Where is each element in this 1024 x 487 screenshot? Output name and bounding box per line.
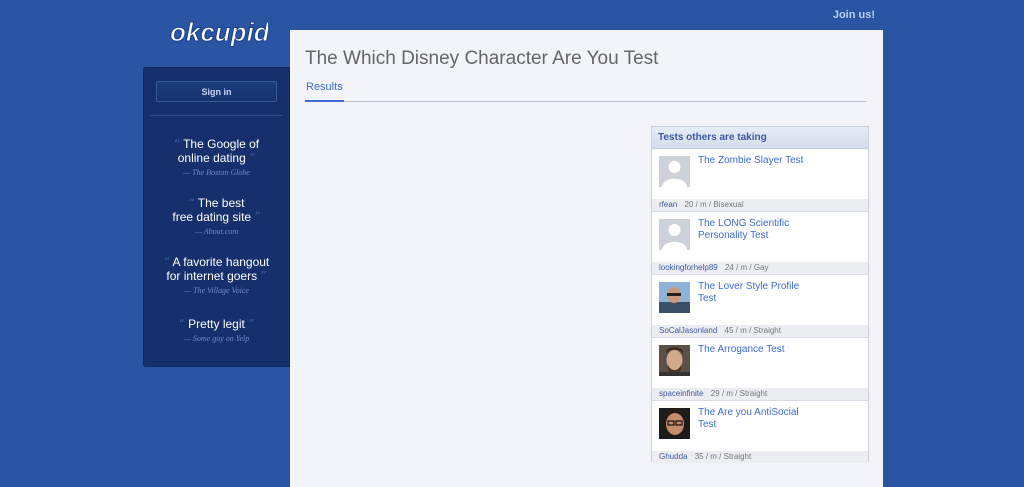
panel-heading: Tests others are taking [652, 127, 868, 149]
default-user-icon [659, 156, 690, 187]
user-meta: SoCalJasonland 45 / m / Straight [652, 325, 868, 337]
close-quote-icon: ” [254, 210, 261, 224]
quote-4: “ Pretty legit ” — Some guy on Yelp [143, 315, 290, 343]
username-link[interactable]: SoCalJasonland [659, 326, 717, 335]
quote-2-line-1: The best [197, 196, 245, 210]
username-link[interactable]: rfean [659, 200, 677, 209]
quote-1: “ The Google of online dating ” — The Bo… [143, 137, 290, 177]
quote-2-line-2: free dating site [172, 210, 252, 224]
test-link[interactable]: The Zombie Slayer Test [698, 155, 818, 167]
quote-3-source: — The Village Voice [184, 286, 249, 295]
logo-text: okcupid [170, 17, 268, 47]
sidebar-divider [150, 115, 283, 116]
quote-4-line-1: Pretty legit [188, 317, 245, 331]
list-item: The Zombie Slayer Test rfean 20 / m / Bi… [652, 149, 868, 212]
quote-2-source: — About.com [194, 227, 239, 236]
okcupid-logo[interactable]: okcupid [168, 14, 269, 50]
avatar[interactable] [659, 156, 690, 187]
test-link[interactable]: The Are you AntiSocial Test [698, 407, 818, 431]
avatar[interactable] [659, 408, 690, 439]
quote-2: “ The best free dating site ” — About.co… [143, 196, 290, 236]
avatar[interactable] [659, 345, 690, 376]
quote-3-line-2: for internet goers [166, 269, 258, 283]
close-quote-icon: ” [248, 317, 255, 331]
page-title: The Which Disney Character Are You Test [305, 48, 659, 69]
quote-1-line-2: online dating [177, 151, 246, 165]
default-user-icon [659, 219, 690, 250]
username-link[interactable]: spaceinfinite [659, 389, 703, 398]
username-link[interactable]: lookingforhelp89 [659, 263, 718, 272]
test-link[interactable]: The Arrogance Test [698, 344, 818, 356]
tab-bar: Results [305, 81, 867, 102]
open-quote-icon: “ [188, 196, 195, 210]
tests-others-taking-panel: Tests others are taking The Zombie Slaye… [651, 126, 869, 463]
tab-results[interactable]: Results [305, 81, 344, 102]
sidebar: Sign in “ The Google of online dating ” … [143, 67, 290, 367]
sign-in-button[interactable]: Sign in [156, 81, 277, 102]
open-quote-icon: “ [178, 317, 185, 331]
quote-4-source: — Some guy on Yelp [183, 334, 250, 343]
open-quote-icon: “ [163, 255, 170, 269]
main-content: The Which Disney Character Are You Test … [290, 30, 883, 487]
list-item: The LONG Scientific Personality Test loo… [652, 212, 868, 275]
user-meta: spaceinfinite 29 / m / Straight [652, 388, 868, 400]
user-info: 20 / m / Bisexual [684, 200, 744, 209]
list-item: The Lover Style Profile Test SoCalJasonl… [652, 275, 868, 338]
close-quote-icon: ” [249, 151, 256, 165]
user-info: 35 / m / Straight [694, 452, 752, 461]
join-us-link[interactable]: Join us! [833, 9, 875, 21]
quote-3-line-1: A favorite hangout [172, 255, 270, 269]
user-photo-icon [659, 345, 690, 376]
user-info: 29 / m / Straight [710, 389, 768, 398]
avatar[interactable] [659, 219, 690, 250]
quote-1-line-1: The Google of [183, 137, 260, 151]
test-link[interactable]: The LONG Scientific Personality Test [698, 218, 818, 242]
user-meta: rfean 20 / m / Bisexual [652, 199, 868, 211]
quote-1-source: — The Boston Globe [183, 168, 250, 177]
list-item: The Arrogance Test spaceinfinite 29 / m … [652, 338, 868, 401]
avatar[interactable] [659, 282, 690, 313]
quote-3: “ A favorite hangout for internet goers … [143, 255, 290, 295]
user-meta: Ghudda 35 / m / Straight [652, 451, 868, 463]
user-photo-icon [659, 282, 690, 313]
list-item: The Are you AntiSocial Test Ghudda 35 / … [652, 401, 868, 463]
close-quote-icon: ” [260, 269, 267, 283]
user-info: 24 / m / Gay [724, 263, 769, 272]
username-link[interactable]: Ghudda [659, 452, 687, 461]
user-photo-icon [659, 408, 690, 439]
open-quote-icon: “ [173, 137, 180, 151]
user-info: 45 / m / Straight [724, 326, 781, 335]
user-meta: lookingforhelp89 24 / m / Gay [652, 262, 868, 274]
test-link[interactable]: The Lover Style Profile Test [698, 281, 818, 305]
